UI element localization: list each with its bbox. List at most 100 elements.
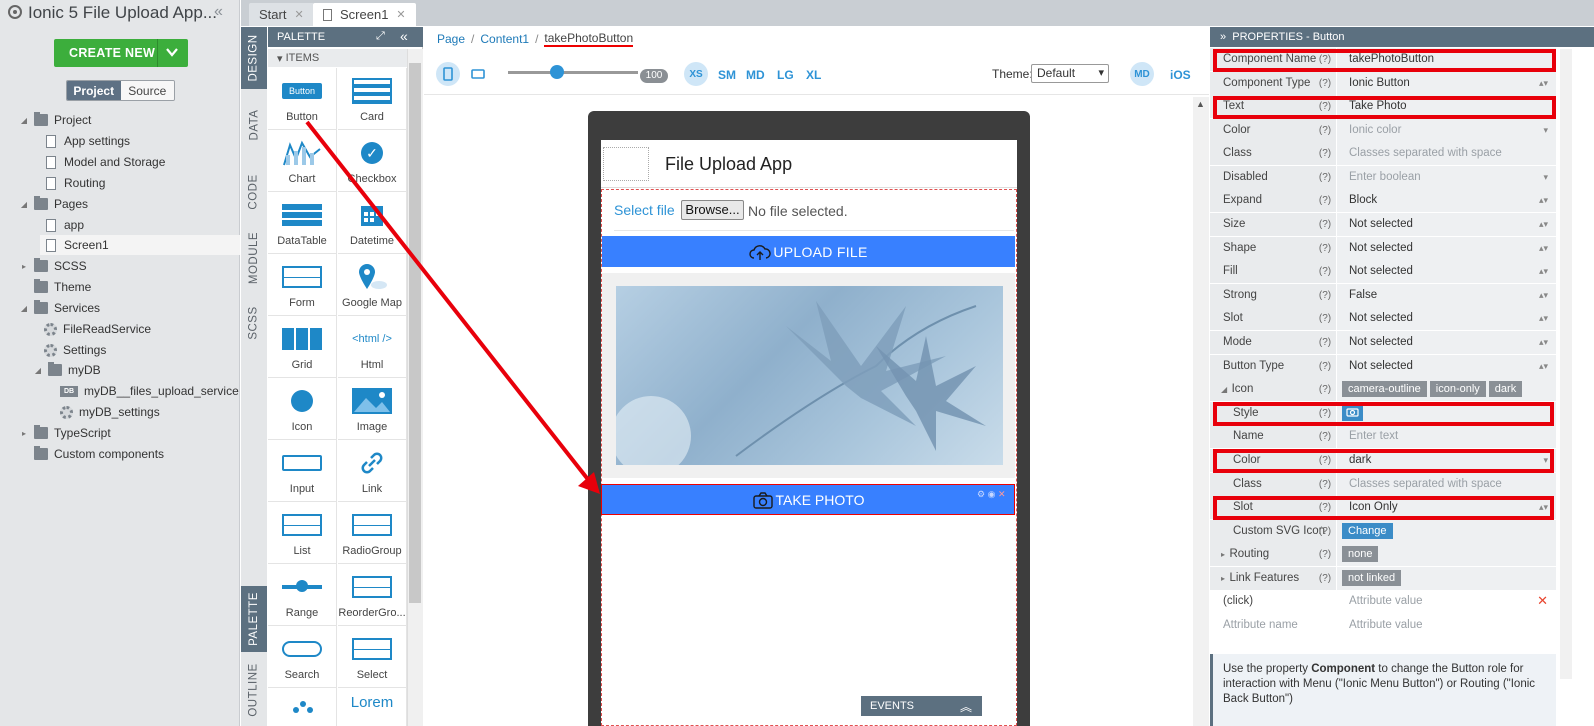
palette-item-image[interactable]: Image [338,378,407,440]
collapse-icon[interactable]: « [400,28,408,44]
designer-scrollbar[interactable]: ▲ [1193,97,1209,726]
items-header[interactable]: ▾ ITEMS [268,49,407,67]
upload-file-button[interactable]: UPLOAD FILE [602,236,1015,267]
size-xs-button[interactable]: XS [684,62,708,86]
zoom-slider-handle[interactable] [550,65,564,79]
prop-select[interactable]: Ionic Button ▴▾ [1336,72,1556,95]
prop-value[interactable]: takePhotoButton [1336,48,1556,71]
change-button[interactable]: Change [1342,523,1393,540]
prop-input[interactable]: Classes separated with space [1336,142,1556,165]
help-icon[interactable]: (?) [1314,526,1336,537]
help-icon[interactable]: (?) [1314,455,1336,466]
close-icon[interactable]: ✕ [294,8,303,21]
tree-toggle-icon[interactable]: ◢ [18,304,30,313]
prop-select[interactable]: Not selected ▴▾ [1336,237,1556,260]
help-icon[interactable]: (?) [1314,573,1336,584]
palette-item-chart[interactable]: Chart [268,130,337,192]
palette-item-datatable[interactable]: DataTable [268,192,337,254]
device-tablet-icon[interactable] [471,68,485,82]
tree-toggle-icon[interactable]: ◢ [18,116,30,125]
tree-toggle-icon[interactable]: ▸ [18,429,30,438]
help-icon[interactable]: (?) [1314,219,1336,230]
attribute-name-input[interactable]: Attribute name [1210,619,1314,631]
collapse-left-icon[interactable]: « [214,3,223,21]
tree-item-routing[interactable]: Routing [40,173,105,193]
palette-item-card[interactable]: Card [338,68,407,130]
prop-input[interactable]: Attribute value ✕ [1336,590,1556,613]
app-header[interactable] [601,140,1017,188]
palette-item-list[interactable]: List [268,502,337,564]
help-icon[interactable]: (?) [1314,361,1336,372]
breadcrumb-page[interactable]: Page [437,32,465,46]
tree-toggle-icon[interactable]: ◢ [32,366,44,375]
prop-select[interactable]: Not selected ▴▾ [1336,331,1556,354]
palette-item-form[interactable]: Form [268,254,337,316]
help-icon[interactable]: (?) [1314,502,1336,513]
preview-image[interactable] [616,286,1003,465]
palette-item-icon[interactable]: Icon [268,378,337,440]
tree-toggle-icon[interactable]: ▸ [18,262,30,271]
prop-select[interactable]: Icon Only ▴▾ [1336,496,1556,519]
tree-item-pages[interactable]: ◢ Pages [18,194,88,214]
browse-button[interactable]: Browse... [681,200,744,220]
palette-item-range[interactable]: Range [268,564,337,626]
palette-item-button[interactable]: Button Button [268,68,337,130]
size-xl-button[interactable]: XL [806,68,821,82]
vtab-design[interactable]: DESIGN [241,27,267,89]
tag-dark[interactable]: dark [1488,381,1523,398]
vtab-code[interactable]: CODE [241,161,267,223]
tree-item-mydb-files-upload-service[interactable]: DB myDB__files_upload_service [56,381,239,401]
attribute-value-input[interactable]: Attribute value [1336,614,1556,637]
palette-item-grid[interactable]: Grid [268,316,337,378]
tree-item-mydb-settings[interactable]: myDB_settings [56,402,160,422]
prop-input[interactable]: Enter text [1336,425,1556,448]
palette-item-radiogroup[interactable]: RadioGroup [338,502,407,564]
help-icon[interactable]: (?) [1314,290,1336,301]
tab-source[interactable]: Source [120,81,174,100]
prop-value[interactable]: Take Photo [1336,95,1556,118]
visibility-icon[interactable]: ◉ [988,489,996,499]
tree-item-mydb[interactable]: ◢ myDB [32,360,101,380]
remove-icon[interactable]: ✕ [998,489,1006,499]
prop-select[interactable]: dark ▾ [1336,449,1556,472]
palette-scroll-thumb[interactable] [409,63,421,603]
events-panel-header[interactable]: EVENTS ︽ [861,696,982,716]
collapse-right-icon[interactable]: » [1220,31,1232,43]
close-icon[interactable]: ✕ [396,8,405,21]
tag-icon-only[interactable]: icon-only [1429,381,1486,398]
help-icon[interactable]: (?) [1314,243,1336,254]
help-icon[interactable]: (?) [1314,479,1336,490]
size-sm-button[interactable]: SM [718,68,736,82]
size-md-button[interactable]: MD [746,68,765,82]
help-icon[interactable]: (?) [1314,78,1336,89]
vtab-module[interactable]: MODULE [241,225,267,291]
palette-item-link[interactable]: Link [338,440,407,502]
tree-item-app[interactable]: app [40,215,84,235]
tag-camera-outline[interactable]: camera-outline [1342,381,1427,398]
tree-toggle-icon[interactable]: ◢ [18,200,30,209]
tree-item-typescript[interactable]: ▸ TypeScript [18,423,111,443]
create-new-button[interactable]: CREATE NEW [54,39,188,67]
palette-item-reordergroup[interactable]: ReorderGro... [338,564,407,626]
vtab-scss[interactable]: SCSS [241,293,267,353]
size-lg-button[interactable]: LG [777,68,794,82]
palette-item-partial[interactable] [268,688,337,726]
tree-item-custom-components[interactable]: Custom components [18,444,164,464]
tree-item-app-settings[interactable]: App settings [40,131,130,151]
tree-item-model-storage[interactable]: Model and Storage [40,152,165,172]
prop-select[interactable]: Block ▴▾ [1336,189,1556,212]
help-icon[interactable]: (?) [1314,101,1336,112]
prop-style-value[interactable] [1336,402,1556,425]
tree-item-services[interactable]: ◢ Services [18,298,100,318]
help-icon[interactable]: (?) [1314,148,1336,159]
palette-item-checkbox[interactable]: ✓ Checkbox [338,130,407,192]
header-title[interactable]: File Upload App [665,154,792,175]
palette-item-select[interactable]: Select [338,626,407,688]
help-icon[interactable]: (?) [1314,337,1336,348]
breadcrumb-current[interactable]: takePhotoButton [544,31,634,47]
tree-item-theme[interactable]: Theme [18,277,91,297]
not-linked-button[interactable]: not linked [1342,570,1402,587]
mode-md-button[interactable]: MD [1130,62,1154,86]
help-icon[interactable]: (?) [1314,431,1336,442]
help-icon[interactable]: (?) [1314,195,1336,206]
